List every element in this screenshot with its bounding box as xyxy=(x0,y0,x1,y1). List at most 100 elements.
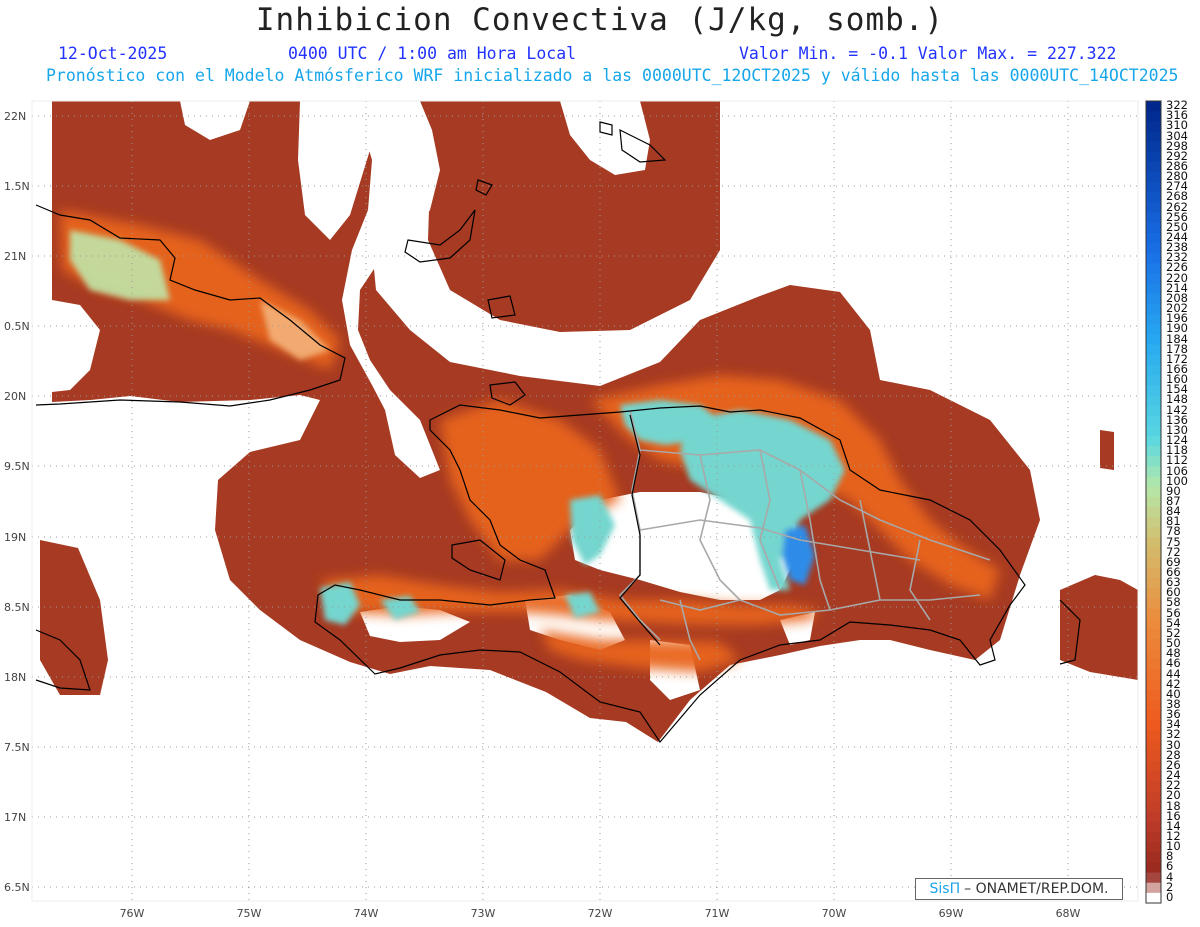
colorbar-swatch xyxy=(1146,182,1161,193)
colorbar-swatch xyxy=(1146,324,1161,336)
colorbar-swatch xyxy=(1146,466,1161,478)
colorbar-swatch xyxy=(1146,111,1161,122)
colorbar-swatch xyxy=(1146,141,1161,153)
lat-label: 17N xyxy=(4,811,26,824)
colorbar-swatch xyxy=(1146,679,1161,691)
credit-brand: SisΠ xyxy=(929,881,961,897)
colorbar-swatch xyxy=(1146,760,1161,772)
colorbar-swatch xyxy=(1146,557,1161,569)
colorbar-swatch xyxy=(1146,121,1161,133)
colorbar-swatch xyxy=(1146,882,1161,894)
lat-label: 9.5N xyxy=(4,460,30,473)
colorbar-swatch xyxy=(1146,293,1161,305)
latitude-labels: 22N 1.5N 21N 0.5N 20N 9.5N 19N 8.5N 18N … xyxy=(4,110,30,894)
lat-label: 7.5N xyxy=(4,741,30,754)
colorbar-swatch xyxy=(1146,527,1161,539)
colorbar-swatch xyxy=(1146,222,1161,234)
lon-label: 68W xyxy=(1056,907,1081,920)
colorbar-swatch xyxy=(1146,405,1161,417)
colorbar-swatch xyxy=(1146,486,1161,498)
colorbar-swatch xyxy=(1146,801,1161,813)
colorbar-swatch xyxy=(1146,385,1161,396)
lon-label: 70W xyxy=(822,907,847,920)
colorbar-swatch xyxy=(1146,364,1161,376)
colorbar-swatch xyxy=(1146,161,1161,173)
credit-box: SisΠ – ONAMET/REP.DOM. xyxy=(915,878,1123,900)
credit-text: – ONAMET/REP.DOM. xyxy=(964,881,1109,897)
lat-label: 6.5N xyxy=(4,881,30,894)
colorbar-swatch xyxy=(1146,202,1161,214)
colorbar-swatch xyxy=(1146,354,1161,366)
colorbar-swatch xyxy=(1146,791,1161,803)
colorbar-swatch xyxy=(1146,547,1161,559)
lat-label: 18N xyxy=(4,671,26,684)
colorbar-swatch xyxy=(1146,730,1161,742)
colorbar-swatch xyxy=(1146,842,1161,853)
colorbar-swatch xyxy=(1146,334,1161,346)
colorbar-swatch xyxy=(1146,608,1161,620)
lon-label: 69W xyxy=(939,907,964,920)
lat-label: 22N xyxy=(4,110,26,123)
colorbar-swatch xyxy=(1146,436,1161,447)
colorbar-swatch xyxy=(1146,669,1161,681)
colorbar-swatch xyxy=(1146,639,1161,650)
colorbar-swatch xyxy=(1146,628,1161,640)
colorbar-swatch xyxy=(1146,243,1161,254)
colorbar-swatch xyxy=(1146,232,1161,244)
colorbar-swatch xyxy=(1146,375,1161,386)
colorbar-swatch xyxy=(1146,740,1161,752)
colorbar-swatch xyxy=(1146,872,1161,884)
colorbar-swatch xyxy=(1146,771,1161,782)
lon-label: 72W xyxy=(588,907,613,920)
colorbar-swatch xyxy=(1146,649,1161,660)
lon-label: 76W xyxy=(120,907,145,920)
lon-label: 74W xyxy=(354,907,379,920)
lat-label: 1.5N xyxy=(4,180,30,193)
colorbar-swatch xyxy=(1146,395,1161,407)
colorbar-swatch xyxy=(1146,283,1161,295)
lat-label: 20N xyxy=(4,390,26,403)
colorbar-swatch xyxy=(1146,567,1161,579)
colorbar xyxy=(1146,101,1161,904)
colorbar-swatch xyxy=(1146,618,1161,630)
lon-label: 73W xyxy=(471,907,496,920)
colorbar-swatch xyxy=(1146,314,1161,325)
colorbar-swatch xyxy=(1146,689,1161,701)
colorbar-swatch xyxy=(1146,496,1161,508)
colorbar-swatch xyxy=(1146,831,1161,843)
colorbar-swatch xyxy=(1146,588,1161,600)
colorbar-swatch xyxy=(1146,415,1161,427)
colorbar-swatch xyxy=(1146,192,1161,204)
lon-label: 71W xyxy=(705,907,730,920)
colorbar-swatch xyxy=(1146,425,1161,437)
colorbar-swatch xyxy=(1146,578,1161,589)
lat-label: 0.5N xyxy=(4,320,30,333)
colorbar-swatch xyxy=(1146,273,1161,285)
colorbar-swatch xyxy=(1146,476,1161,488)
lat-label: 19N xyxy=(4,531,26,544)
colorbar-swatch xyxy=(1146,263,1161,275)
colorbar-swatch xyxy=(1146,710,1161,721)
colorbar-swatch xyxy=(1146,344,1161,356)
colorbar-swatch xyxy=(1146,304,1161,315)
colorbar-swatch xyxy=(1146,852,1161,863)
colorbar-swatch xyxy=(1146,598,1161,610)
colorbar-swatch xyxy=(1146,750,1161,762)
colorbar-swatch xyxy=(1146,131,1161,143)
lat-label: 8.5N xyxy=(4,601,30,614)
colorbar-swatch xyxy=(1146,781,1161,792)
colorbar-swatch xyxy=(1146,537,1161,549)
colorbar-swatch xyxy=(1146,212,1161,224)
colorbar-swatch xyxy=(1146,456,1161,468)
colorbar-swatch xyxy=(1146,151,1161,163)
colorbar-swatch xyxy=(1146,507,1161,518)
colorbar-swatch xyxy=(1146,517,1161,528)
longitude-labels: 76W 75W 74W 73W 72W 71W 70W 69W 68W xyxy=(120,907,1081,920)
colorbar-swatch xyxy=(1146,811,1161,823)
colorbar-swatch xyxy=(1146,720,1161,732)
colorbar-swatch xyxy=(1146,862,1161,874)
colorbar-swatch xyxy=(1146,892,1161,904)
colorbar-swatch xyxy=(1146,172,1161,183)
colorbar-swatch xyxy=(1146,446,1161,457)
colorbar-swatch xyxy=(1146,253,1161,265)
